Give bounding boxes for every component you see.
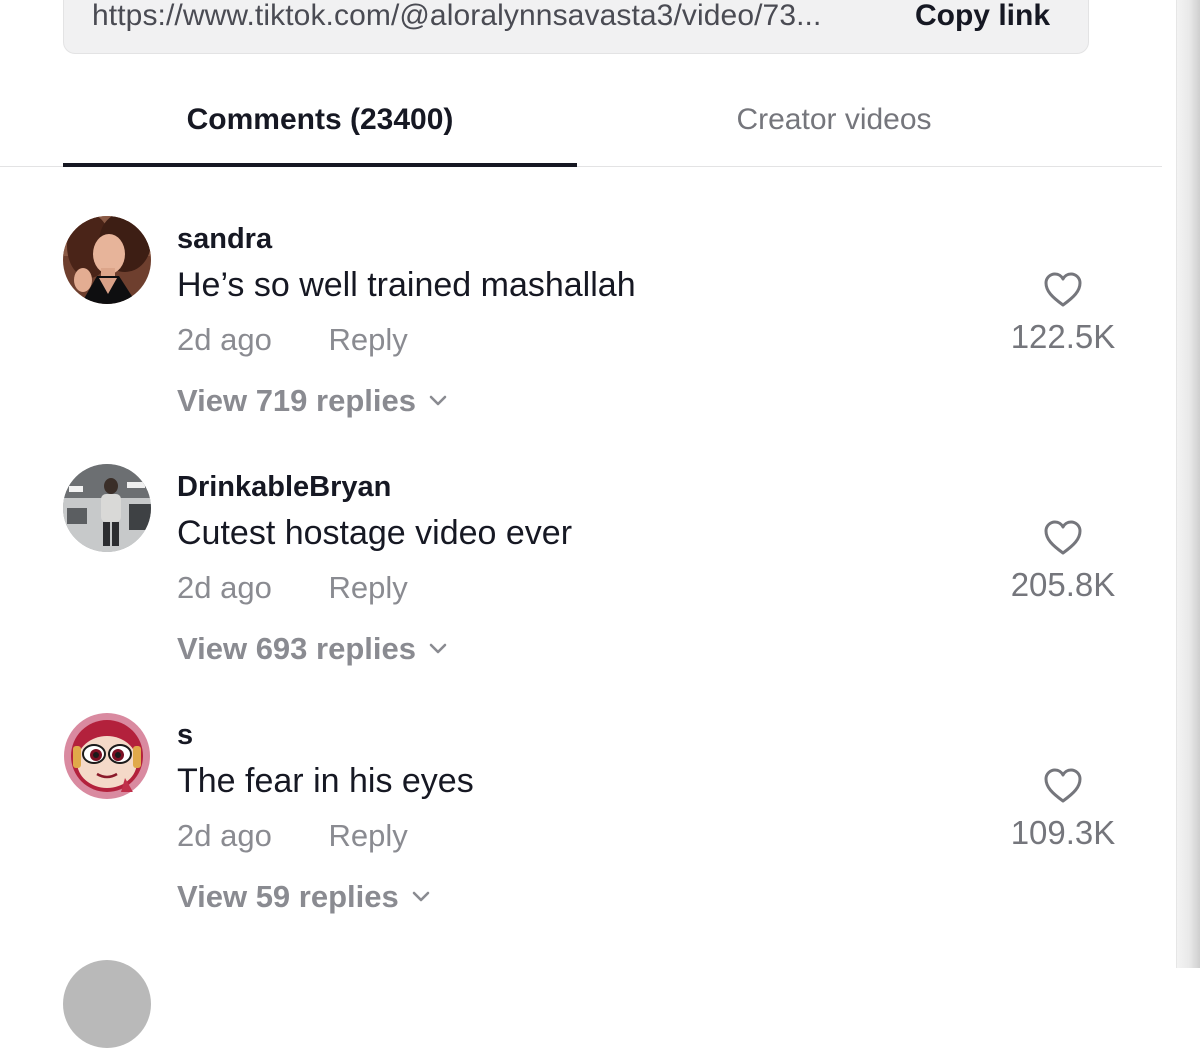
view-replies-button[interactable]: View 719 replies — [177, 383, 448, 419]
view-replies-button[interactable]: View 59 replies — [177, 879, 431, 915]
comments-panel: https://www.tiktok.com/@aloralynnsavasta… — [0, 0, 1176, 1048]
comment-text: The fear in his eyes — [177, 762, 474, 800]
like-count: 122.5K — [1010, 318, 1116, 355]
avatar[interactable] — [63, 216, 151, 304]
avatar[interactable] — [63, 960, 151, 1048]
comment-time: 2d ago — [177, 570, 272, 605]
tab-creator-videos[interactable]: Creator videos — [577, 88, 1091, 166]
heart-outline-icon[interactable] — [1043, 767, 1083, 805]
man-in-garage-photo-avatar-icon — [63, 464, 151, 552]
chevron-down-icon — [412, 891, 430, 902]
tab-comments[interactable]: Comments (23400) — [63, 88, 577, 166]
chevron-down-icon — [429, 395, 447, 406]
comment-time: 2d ago — [177, 322, 272, 357]
copy-link-button[interactable]: Copy link — [915, 0, 1050, 33]
window-edge-divider — [1176, 0, 1177, 968]
woman-photo-avatar-icon — [63, 216, 151, 304]
video-url-text[interactable]: https://www.tiktok.com/@aloralynnsavasta… — [92, 0, 821, 33]
tab-bar: Comments (23400) Creator videos — [0, 88, 1162, 167]
active-tab-indicator — [63, 163, 577, 167]
view-replies-label: View 693 replies — [177, 631, 416, 666]
heart-outline-icon[interactable] — [1043, 519, 1083, 557]
reply-button[interactable]: Reply — [328, 818, 407, 854]
comment-item: sandra He’s so well trained mashallah 2d… — [0, 216, 1176, 446]
comment-meta: 2d ago Reply — [177, 570, 408, 606]
view-replies-label: View 719 replies — [177, 383, 416, 418]
reply-button[interactable]: Reply — [328, 322, 407, 358]
like-count: 205.8K — [1010, 566, 1116, 603]
avatar[interactable] — [63, 712, 151, 800]
comment-text: He’s so well trained mashallah — [177, 266, 636, 304]
avatar[interactable] — [63, 464, 151, 552]
like-count: 109.3K — [1010, 814, 1116, 851]
comment-username[interactable]: DrinkableBryan — [177, 471, 391, 504]
view-replies-button[interactable]: View 693 replies — [177, 631, 448, 667]
comment-item: DrinkableBryan Cutest hostage video ever… — [0, 464, 1176, 694]
view-replies-label: View 59 replies — [177, 879, 399, 914]
comment-meta: 2d ago Reply — [177, 818, 408, 854]
cartoon-girl-avatar-icon — [63, 712, 151, 800]
heart-outline-icon[interactable] — [1043, 271, 1083, 309]
comment-username[interactable]: s — [177, 719, 193, 752]
chevron-down-icon — [429, 643, 447, 654]
comment-meta: 2d ago Reply — [177, 322, 408, 358]
comment-text: Cutest hostage video ever — [177, 514, 573, 552]
comment-item: s The fear in his eyes 2d ago Reply View… — [0, 712, 1176, 942]
reply-button[interactable]: Reply — [328, 570, 407, 606]
share-link-bar: https://www.tiktok.com/@aloralynnsavasta… — [63, 0, 1089, 54]
comment-time: 2d ago — [177, 818, 272, 853]
comment-username[interactable]: sandra — [177, 223, 272, 256]
window-edge — [1176, 0, 1200, 968]
